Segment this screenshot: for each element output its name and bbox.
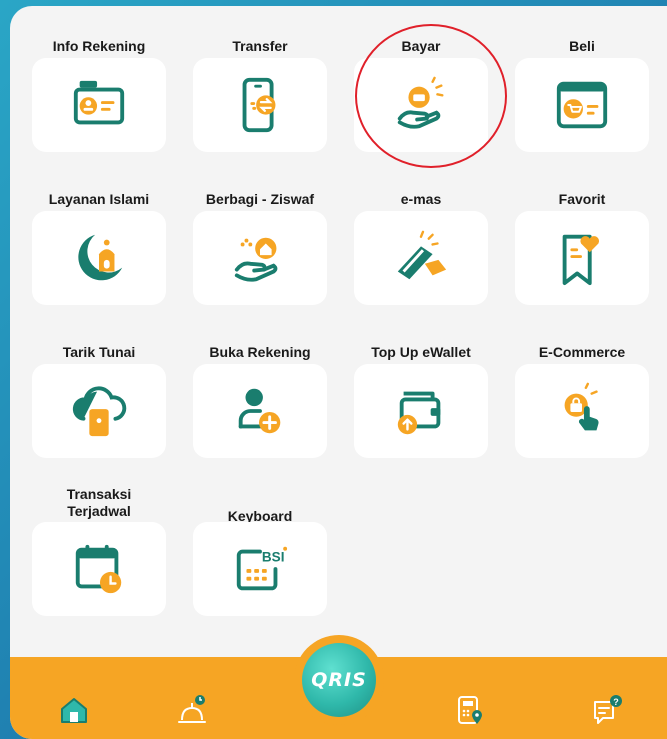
menu-label: Top Up eWallet bbox=[371, 344, 471, 360]
home-icon bbox=[61, 698, 87, 723]
menu-tile[interactable] bbox=[193, 211, 327, 305]
menu-label: Layanan Islami bbox=[48, 191, 150, 207]
menu-label: Tarik Tunai bbox=[62, 344, 136, 360]
hand-card-icon bbox=[397, 76, 444, 129]
menu-tile[interactable] bbox=[32, 522, 166, 616]
menu-label: Buka Rekening bbox=[209, 344, 311, 360]
nav-help[interactable]: ? bbox=[590, 693, 624, 727]
menu-tile[interactable] bbox=[515, 364, 649, 458]
menu-label: Transaksi Terjadwal bbox=[66, 486, 132, 519]
add-user-icon bbox=[238, 388, 281, 434]
menu-label: Transfer bbox=[232, 38, 288, 54]
qris-label: QRIS bbox=[302, 643, 376, 717]
menu-tile[interactable] bbox=[354, 364, 488, 458]
menu-tile[interactable] bbox=[32, 211, 166, 305]
menu-tile[interactable] bbox=[354, 58, 488, 152]
nav-mosque[interactable] bbox=[175, 693, 209, 727]
crescent-mosque-icon bbox=[78, 234, 123, 281]
menu-label: E-Commerce bbox=[538, 344, 626, 360]
calculator-location-icon bbox=[458, 696, 482, 724]
mosque-icon bbox=[178, 695, 206, 723]
menu-tile[interactable] bbox=[193, 58, 327, 152]
menu-label: Info Rekening bbox=[52, 38, 146, 54]
chat-help-icon: ? bbox=[594, 695, 622, 724]
nav-home[interactable] bbox=[57, 693, 91, 727]
menu-tile[interactable]: BSI bbox=[193, 522, 327, 616]
svg-text:?: ? bbox=[613, 697, 619, 707]
shopping-bag-tap-icon bbox=[564, 382, 599, 431]
menu-tile[interactable] bbox=[515, 58, 649, 152]
qris-button[interactable]: QRIS bbox=[298, 639, 380, 721]
wallet-upload-icon bbox=[397, 391, 441, 435]
bsi-badge: BSI bbox=[262, 549, 285, 564]
menu-tile[interactable] bbox=[193, 364, 327, 458]
bsi-keyboard-icon: BSI bbox=[236, 546, 288, 591]
bookmark-heart-icon bbox=[562, 234, 600, 286]
menu-label: Berbagi - Ziswaf bbox=[205, 191, 315, 207]
menu-label: e-mas bbox=[400, 191, 442, 207]
calendar-clock-icon bbox=[75, 544, 122, 594]
browser-cart-icon bbox=[556, 81, 608, 129]
phone-transfer-icon bbox=[242, 77, 276, 133]
menu-label: Bayar bbox=[401, 38, 441, 54]
menu-tile[interactable] bbox=[354, 211, 488, 305]
cloud-atm-icon bbox=[72, 386, 127, 437]
menu-label: Favorit bbox=[558, 191, 606, 207]
gold-bar-icon bbox=[397, 230, 447, 280]
menu-label: Beli bbox=[569, 38, 595, 54]
menu-tile[interactable] bbox=[32, 58, 166, 152]
menu-tile[interactable] bbox=[32, 364, 166, 458]
menu-tile[interactable] bbox=[515, 211, 649, 305]
nav-calculator[interactable] bbox=[452, 693, 486, 727]
main-panel: Info Rekening Transfer Bayar Beli Layana… bbox=[10, 6, 667, 739]
hand-house-icon bbox=[234, 237, 278, 282]
id-card-icon bbox=[73, 80, 125, 125]
